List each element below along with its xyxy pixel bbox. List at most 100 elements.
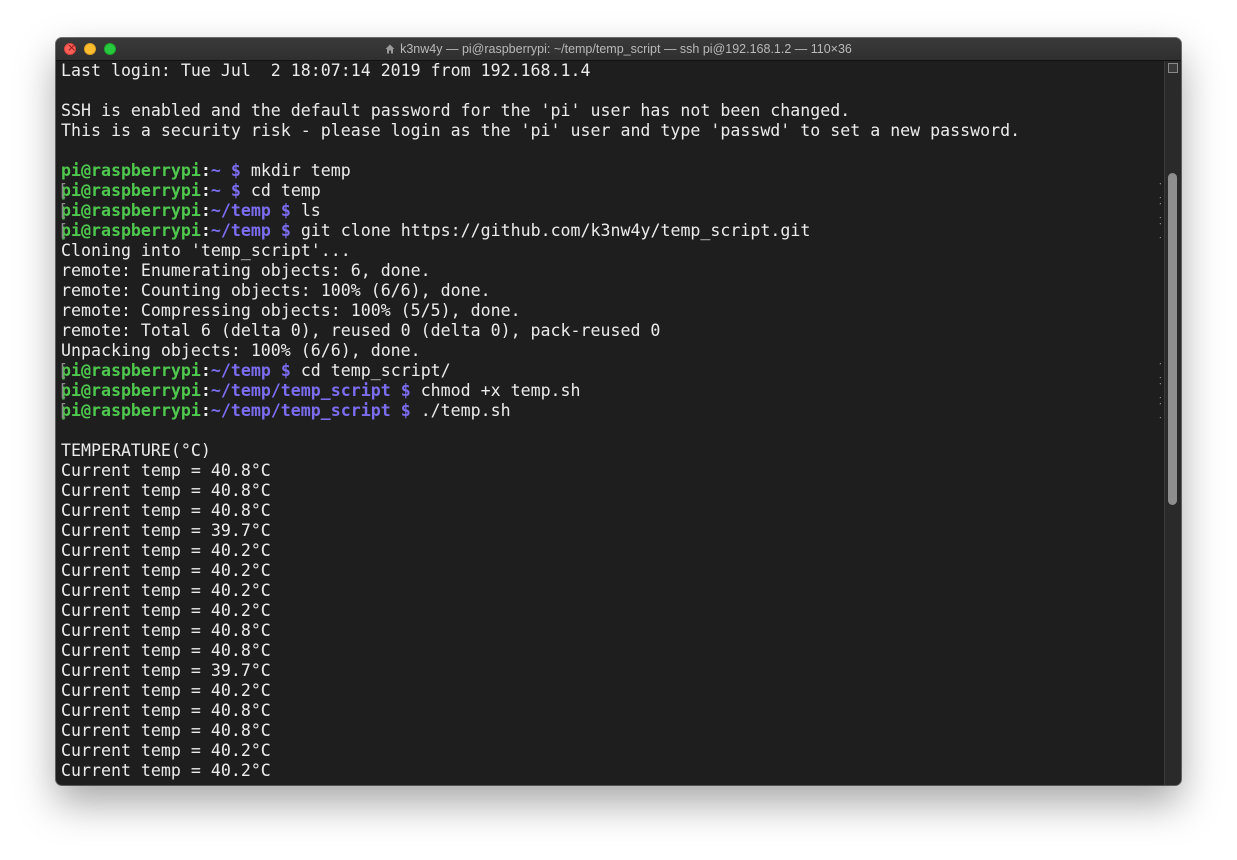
- command-text: mkdir temp: [250, 161, 351, 180]
- temp-line: Current temp = 40.8°C: [61, 461, 1161, 481]
- temp-label: Current temp =: [61, 541, 211, 560]
- prompt-line: [pi@raspberrypi:~/temp $ git clone https…: [61, 221, 1161, 241]
- command-text: cd temp: [250, 181, 321, 200]
- prompt-path: ~/temp/temp_script: [210, 381, 391, 400]
- temp-line: Current temp = 39.7°C: [61, 661, 1161, 681]
- output-text: remote: Counting objects: 100% (6/6), do…: [61, 281, 491, 300]
- temp-value: 40.2°C: [210, 601, 271, 620]
- title-bar[interactable]: k3nw4y — pi@raspberrypi: ~/temp/temp_scr…: [56, 38, 1181, 61]
- temp-line: Current temp = 40.2°C: [61, 741, 1161, 761]
- temp-value: 39.7°C: [210, 661, 271, 680]
- prompt-line: pi@raspberrypi:~ $ mkdir temp: [61, 161, 1161, 181]
- temp-value: 40.2°C: [210, 741, 271, 760]
- temp-label: Current temp =: [61, 641, 211, 660]
- mark-bracket: [: [61, 201, 68, 221]
- output-line: Unpacking objects: 100% (6/6), done.: [61, 341, 1161, 361]
- output-text: TEMPERATURE(°C): [61, 441, 211, 460]
- mark-bracket: ]: [1157, 361, 1161, 381]
- temp-value: 40.8°C: [210, 501, 271, 520]
- temp-label: Current temp =: [61, 481, 211, 500]
- prompt-path: ~: [210, 181, 221, 200]
- output-line: Last login: Tue Jul 2 18:07:14 2019 from…: [61, 61, 1161, 81]
- prompt-colon: :: [200, 201, 211, 220]
- temp-value: 40.8°C: [210, 641, 271, 660]
- temp-line: Current temp = 40.8°C: [61, 481, 1161, 501]
- output-line: SSH is enabled and the default password …: [61, 101, 1161, 121]
- prompt-colon: :: [200, 221, 211, 240]
- prompt-user: pi@raspberrypi: [61, 361, 201, 380]
- scroll-split-box[interactable]: [1168, 63, 1178, 73]
- terminal-window: k3nw4y — pi@raspberrypi: ~/temp/temp_scr…: [56, 38, 1181, 785]
- prompt-line: [pi@raspberrypi:~/temp/temp_script $ ./t…: [61, 401, 1161, 421]
- temp-label: Current temp =: [61, 741, 211, 760]
- temp-value: 40.8°C: [210, 461, 271, 480]
- mark-bracket: ]: [1157, 201, 1161, 221]
- terminal-output[interactable]: Last login: Tue Jul 2 18:07:14 2019 from…: [61, 61, 1161, 785]
- prompt-line: [pi@raspberrypi:~ $ cd temp]: [61, 181, 1161, 201]
- prompt-user: pi@raspberrypi: [61, 381, 201, 400]
- scrollbar-thumb[interactable]: [1168, 173, 1177, 505]
- prompt-colon: :: [200, 161, 211, 180]
- temp-label: Current temp =: [61, 521, 211, 540]
- prompt-dollar: $: [270, 201, 301, 220]
- prompt-user: pi@raspberrypi: [61, 401, 201, 420]
- temp-line: Current temp = 40.8°C: [61, 641, 1161, 661]
- prompt-user: pi@raspberrypi: [61, 201, 201, 220]
- output-text: remote: Total 6 (delta 0), reused 0 (del…: [61, 321, 661, 340]
- temp-label: Current temp =: [61, 461, 211, 480]
- prompt-colon: :: [200, 181, 211, 200]
- prompt-colon: :: [200, 381, 211, 400]
- window-title: k3nw4y — pi@raspberrypi: ~/temp/temp_scr…: [400, 42, 852, 56]
- command-text: git clone https://github.com/k3nw4y/temp…: [300, 221, 811, 240]
- output-text: This is a security risk - please login a…: [61, 121, 1021, 140]
- prompt-dollar: $: [220, 181, 251, 200]
- prompt-path: ~/temp: [210, 221, 271, 240]
- output-line: remote: Total 6 (delta 0), reused 0 (del…: [61, 321, 1161, 341]
- command-text: ls: [300, 201, 321, 220]
- temp-line: Current temp = 40.2°C: [61, 561, 1161, 581]
- temp-label: Current temp =: [61, 501, 211, 520]
- prompt-dollar: $: [390, 401, 421, 420]
- mark-bracket: [: [61, 361, 68, 381]
- house-icon: [385, 44, 395, 54]
- temp-label: Current temp =: [61, 581, 211, 600]
- temp-value: 40.2°C: [210, 761, 271, 780]
- temp-value: 40.8°C: [210, 701, 271, 720]
- temp-line: Current temp = 40.8°C: [61, 501, 1161, 521]
- output-text: remote: Compressing objects: 100% (5/5),…: [61, 301, 521, 320]
- output-line: remote: Enumerating objects: 6, done.: [61, 261, 1161, 281]
- prompt-path: ~/temp: [210, 361, 271, 380]
- mark-bracket: [: [61, 181, 68, 201]
- prompt-dollar: $: [390, 381, 421, 400]
- temp-value: 40.2°C: [210, 561, 271, 580]
- prompt-path: ~: [210, 161, 221, 180]
- output-text: remote: Enumerating objects: 6, done.: [61, 261, 431, 280]
- temp-value: 40.2°C: [210, 581, 271, 600]
- temp-label: Current temp =: [61, 621, 211, 640]
- temp-line: Current temp = 40.8°C: [61, 721, 1161, 741]
- output-text: Cloning into 'temp_script'...: [61, 241, 351, 260]
- prompt-path: ~/temp: [210, 201, 271, 220]
- prompt-dollar: $: [270, 221, 301, 240]
- temp-line: Current temp = 40.8°C: [61, 621, 1161, 641]
- output-line: Cloning into 'temp_script'...: [61, 241, 1161, 261]
- prompt-dollar: $: [220, 161, 251, 180]
- mark-bracket: ]: [1157, 401, 1161, 421]
- output-text: Last login: Tue Jul 2 18:07:14 2019 from…: [61, 61, 591, 80]
- window-title-container: k3nw4y — pi@raspberrypi: ~/temp/temp_scr…: [56, 38, 1181, 60]
- prompt-dollar: $: [270, 361, 301, 380]
- temp-label: Current temp =: [61, 661, 211, 680]
- temp-label: Current temp =: [61, 601, 211, 620]
- prompt-line: [pi@raspberrypi:~/temp $ cd temp_script/…: [61, 361, 1161, 381]
- mark-bracket: [: [61, 401, 68, 421]
- temp-label: Current temp =: [61, 561, 211, 580]
- vertical-scrollbar[interactable]: [1164, 61, 1181, 785]
- output-line: remote: Counting objects: 100% (6/6), do…: [61, 281, 1161, 301]
- prompt-colon: :: [200, 361, 211, 380]
- output-text: Unpacking objects: 100% (6/6), done.: [61, 341, 421, 360]
- mark-bracket: ]: [1157, 181, 1161, 201]
- prompt-line: [pi@raspberrypi:~/temp/temp_script $ chm…: [61, 381, 1161, 401]
- prompt-colon: :: [200, 401, 211, 420]
- prompt-user: pi@raspberrypi: [61, 221, 201, 240]
